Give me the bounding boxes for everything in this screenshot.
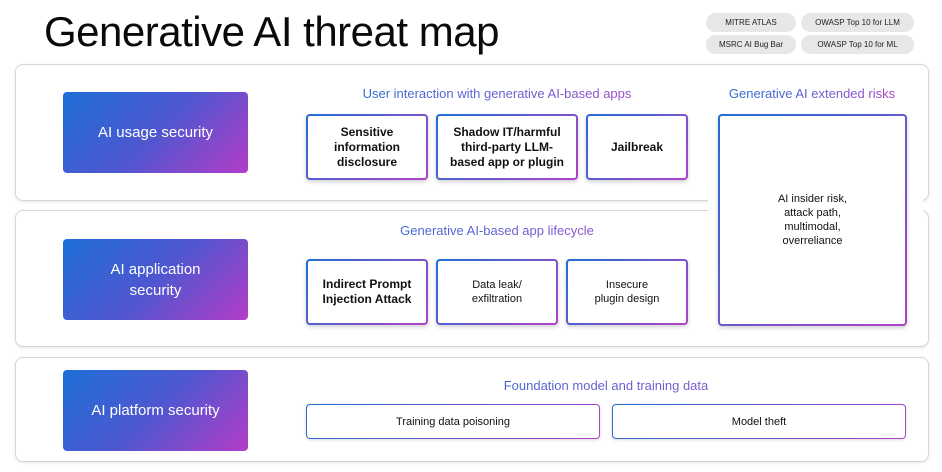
heading-foundation-model: Foundation model and training data bbox=[306, 378, 906, 393]
label-ai-usage-security: AI usage security bbox=[63, 92, 248, 173]
card-text: Shadow IT/harmful third-party LLM-based … bbox=[449, 124, 564, 169]
card-indirect-prompt-injection: Indirect Prompt Injection Attack bbox=[306, 259, 428, 325]
card-model-theft: Model theft bbox=[612, 404, 906, 439]
card-jailbreak: Jailbreak bbox=[586, 114, 688, 180]
card-data-leak: Data leak/ exfiltration bbox=[436, 259, 558, 325]
heading-extended-risks: Generative AI extended risks bbox=[718, 86, 906, 101]
card-text: Data leak/ exfiltration bbox=[471, 279, 523, 305]
heading-app-lifecycle: Generative AI-based app lifecycle bbox=[306, 223, 688, 238]
label-ai-application-security: AI application security bbox=[63, 239, 248, 320]
heading-user-interaction: User interaction with generative AI-base… bbox=[306, 86, 688, 101]
tag-mitre-atlas: MITRE ATLAS bbox=[706, 13, 796, 32]
page-title: Generative AI threat map bbox=[44, 8, 499, 55]
card-text: Insecure plugin design bbox=[594, 279, 660, 305]
card-shadow-it: Shadow IT/harmful third-party LLM-based … bbox=[436, 114, 578, 180]
card-training-data-poisoning: Training data poisoning bbox=[306, 404, 600, 439]
label-ai-platform-security: AI platform security bbox=[63, 370, 248, 451]
card-extended-risks: AI insider risk, attack path, multimodal… bbox=[718, 114, 907, 326]
tag-owasp-llm: OWASP Top 10 for LLM bbox=[801, 13, 914, 32]
card-insecure-plugin-design: Insecure plugin design bbox=[566, 259, 688, 325]
card-text: Model theft bbox=[731, 415, 787, 428]
card-text: Jailbreak bbox=[610, 139, 664, 154]
card-text: Indirect Prompt Injection Attack bbox=[322, 277, 412, 306]
tag-msrc-bug-bar: MSRC AI Bug Bar bbox=[706, 35, 796, 54]
card-text: Training data poisoning bbox=[396, 415, 510, 428]
card-text: AI insider risk, attack path, multimodal… bbox=[777, 193, 848, 247]
card-text: Sensitive information disclosure bbox=[334, 124, 400, 169]
tag-owasp-ml: OWASP Top 10 for ML bbox=[801, 35, 914, 54]
card-sensitive-information-disclosure: Sensitive information disclosure bbox=[306, 114, 428, 180]
